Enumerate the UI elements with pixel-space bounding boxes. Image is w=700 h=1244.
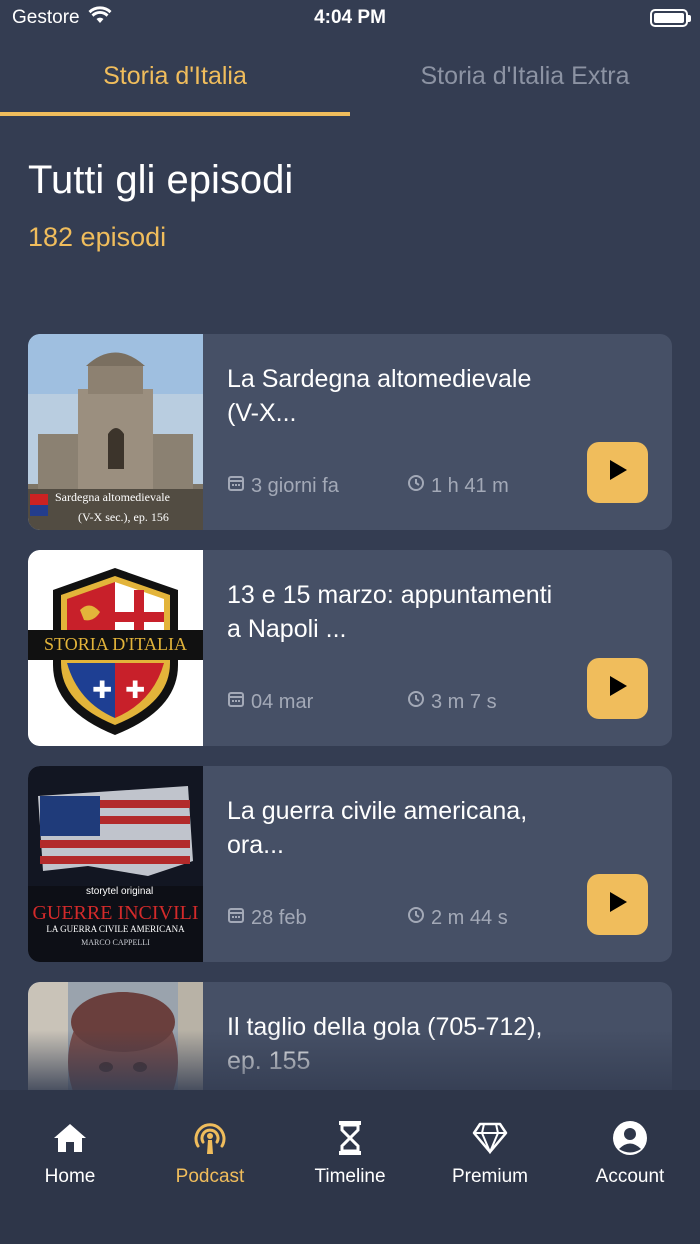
episode-duration: 1 h 41 m — [431, 474, 509, 497]
thumb-caption: (V-X sec.), ep. 156 — [78, 510, 169, 524]
clock-icon — [407, 906, 425, 930]
hourglass-icon — [332, 1120, 368, 1156]
svg-text:✚: ✚ — [125, 676, 145, 704]
calendar-icon — [227, 690, 245, 714]
page-title: Tutti gli episodi — [28, 158, 294, 202]
thumb-caption: storytel original — [86, 886, 154, 897]
nav-label: Home — [44, 1166, 96, 1187]
episode-card[interactable]: storytel original GUERRE INCIVILI LA GUE… — [28, 766, 672, 962]
episode-date: 04 mar — [251, 690, 314, 713]
episode-date: 3 giorni fa — [251, 474, 339, 497]
episode-thumbnail: ✚ ✚ STORIA D'ITALIA — [28, 550, 203, 746]
episode-card[interactable]: ✚ ✚ STORIA D'ITALIA 13 e 15 marzo: appun… — [28, 550, 672, 746]
episode-title: La guerra civile americana, ora... — [227, 797, 528, 859]
bottom-nav: Home Podcast Timeline Premium Account — [0, 1090, 700, 1244]
episode-date: 28 feb — [251, 906, 307, 929]
account-icon — [612, 1120, 648, 1156]
play-button[interactable] — [587, 874, 648, 935]
podcast-icon — [192, 1120, 228, 1156]
calendar-icon — [227, 474, 245, 498]
play-button[interactable] — [587, 442, 648, 503]
carrier-label: Gestore — [12, 7, 80, 28]
episode-duration: 2 m 44 s — [431, 906, 508, 929]
home-icon — [52, 1120, 88, 1156]
thumb-caption: LA GUERRA CIVILE AMERICANA — [46, 924, 185, 934]
episode-thumbnail: storytel original GUERRE INCIVILI LA GUE… — [28, 766, 203, 962]
episode-count: 182 episodi — [28, 222, 167, 252]
episode-title: La Sardegna altomedievale (V-X... — [227, 365, 532, 427]
play-icon — [608, 891, 628, 918]
svg-text:✚: ✚ — [92, 676, 112, 704]
nav-timeline[interactable]: Timeline — [280, 1090, 420, 1244]
thumb-caption: STORIA D'ITALIA — [44, 634, 187, 654]
thumb-caption: GUERRE INCIVILI — [32, 902, 199, 924]
episode-list: Sardegna altomedievale (V-X sec.), ep. 1… — [28, 334, 672, 1090]
nav-account[interactable]: Account — [560, 1090, 700, 1244]
podcast-tabs: Storia d'Italia Storia d'Italia Extra — [0, 44, 700, 116]
nav-premium[interactable]: Premium — [420, 1090, 560, 1244]
nav-podcast[interactable]: Podcast — [140, 1090, 280, 1244]
nav-label: Timeline — [314, 1166, 386, 1187]
thumb-caption: Sardegna altomedievale — [55, 490, 170, 504]
episode-thumbnail: Sardegna altomedievale (V-X sec.), ep. 1… — [28, 334, 203, 530]
nav-label: Account — [595, 1166, 665, 1187]
episode-title: 13 e 15 marzo: appuntamenti a Napoli ... — [227, 581, 553, 643]
episode-card[interactable]: Sardegna altomedievale (V-X sec.), ep. 1… — [28, 334, 672, 530]
nav-label: Podcast — [175, 1166, 245, 1187]
thumb-caption: MARCO CAPPELLI — [81, 938, 150, 947]
tab-storia-ditalia[interactable]: Storia d'Italia — [0, 44, 350, 116]
wifi-icon — [88, 6, 112, 30]
list-fade — [0, 1030, 700, 1090]
nav-home[interactable]: Home — [0, 1090, 140, 1244]
calendar-icon — [227, 906, 245, 930]
tab-storia-ditalia-extra[interactable]: Storia d'Italia Extra — [350, 44, 700, 116]
battery-icon — [650, 9, 691, 27]
clock: 4:04 PM — [314, 7, 386, 28]
play-icon — [608, 675, 628, 702]
status-bar: Gestore 4:04 PM — [0, 0, 700, 36]
play-icon — [608, 459, 628, 486]
clock-icon — [407, 690, 425, 714]
diamond-icon — [472, 1120, 508, 1156]
clock-icon — [407, 474, 425, 498]
play-button[interactable] — [587, 658, 648, 719]
episode-duration: 3 m 7 s — [431, 690, 497, 713]
nav-label: Premium — [451, 1166, 528, 1187]
